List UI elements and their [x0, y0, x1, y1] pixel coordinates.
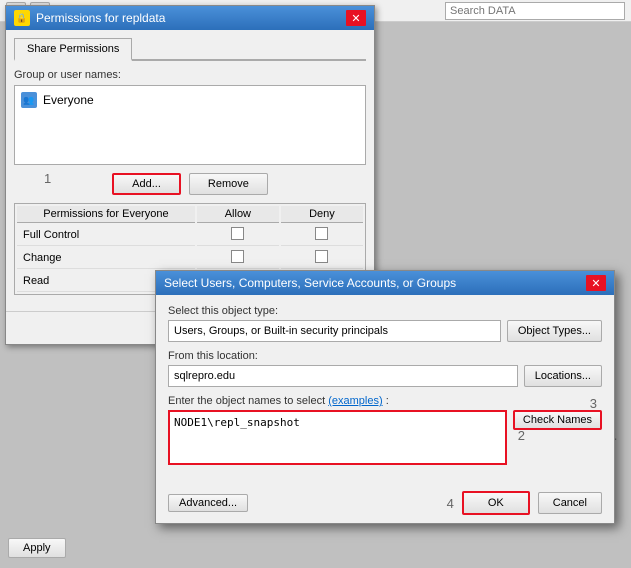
object-type-group: Select this object type: Object Types... — [168, 305, 602, 342]
label-3: 3 — [590, 396, 597, 411]
user-list: 👥 Everyone — [14, 85, 366, 165]
object-names-group: Enter the object names to select (exampl… — [168, 395, 602, 465]
search-box — [445, 2, 625, 20]
search-input[interactable] — [450, 5, 620, 17]
perm-col-name: Permissions for Everyone — [17, 206, 195, 223]
allow-checkbox[interactable] — [231, 227, 244, 240]
object-type-label: Select this object type: — [168, 305, 602, 317]
user-name: Everyone — [43, 93, 94, 107]
user-item-everyone: 👥 Everyone — [19, 90, 361, 110]
label-1: 1 — [44, 171, 51, 186]
select-users-dialog: Select Users, Computers, Service Account… — [155, 270, 615, 524]
perm-allow[interactable] — [197, 248, 279, 269]
permissions-titlebar: 🔒 Permissions for repldata ✕ — [6, 6, 374, 30]
location-label: From this location: — [168, 350, 602, 362]
table-row: Change — [17, 248, 363, 269]
label-2: 2 — [518, 428, 525, 443]
check-names-btn[interactable]: Check Names — [513, 410, 602, 430]
perm-allow[interactable] — [197, 225, 279, 246]
select-ok-btn[interactable]: OK — [462, 491, 530, 515]
select-users-close-btn[interactable]: ✕ — [586, 275, 606, 291]
table-row: Full Control — [17, 225, 363, 246]
locations-btn[interactable]: Locations... — [524, 365, 602, 387]
select-users-footer: Advanced... 4 OK Cancel — [156, 483, 614, 523]
perm-col-deny: Deny — [281, 206, 363, 223]
group-label: Group or user names: — [14, 69, 366, 81]
deny-checkbox[interactable] — [315, 227, 328, 240]
perm-col-allow: Allow — [197, 206, 279, 223]
label-4: 4 — [447, 496, 454, 511]
perm-name: Full Control — [17, 225, 195, 246]
allow-checkbox[interactable] — [231, 250, 244, 263]
select-users-body: Select this object type: Object Types...… — [156, 295, 614, 483]
examples-link[interactable]: (examples) — [328, 395, 382, 407]
remove-button[interactable]: Remove — [189, 173, 268, 195]
select-users-titlebar: Select Users, Computers, Service Account… — [156, 271, 614, 295]
apply-button[interactable]: Apply — [8, 538, 66, 558]
location-input[interactable] — [168, 365, 518, 387]
perm-deny[interactable] — [281, 225, 363, 246]
object-names-label: Enter the object names to select (exampl… — [168, 395, 602, 407]
permissions-close-btn[interactable]: ✕ — [346, 10, 366, 26]
deny-checkbox[interactable] — [315, 250, 328, 263]
perm-deny[interactable] — [281, 248, 363, 269]
perm-name: Change — [17, 248, 195, 269]
location-row: Locations... — [168, 365, 602, 387]
object-names-input[interactable] — [168, 410, 507, 465]
permissions-title-icon: 🔒 — [14, 10, 30, 26]
permissions-body: Share Permissions Group or user names: 👥… — [6, 30, 374, 311]
user-icon: 👥 — [21, 92, 37, 108]
object-names-row: 2 3 Check Names — [168, 410, 602, 465]
advanced-btn[interactable]: Advanced... — [168, 494, 248, 512]
object-type-input[interactable] — [168, 320, 501, 342]
object-types-btn[interactable]: Object Types... — [507, 320, 602, 342]
permissions-tab-bar: Share Permissions — [14, 38, 366, 61]
select-cancel-btn[interactable]: Cancel — [538, 492, 602, 514]
tab-share-permissions[interactable]: Share Permissions — [14, 38, 132, 61]
select-users-title: Select Users, Computers, Service Account… — [164, 276, 456, 290]
permissions-title: Permissions for repldata — [36, 11, 165, 25]
btn-row: 1 Add... Remove — [14, 173, 366, 195]
object-type-row: Object Types... — [168, 320, 602, 342]
location-group: From this location: Locations... — [168, 350, 602, 387]
add-button[interactable]: Add... — [112, 173, 181, 195]
